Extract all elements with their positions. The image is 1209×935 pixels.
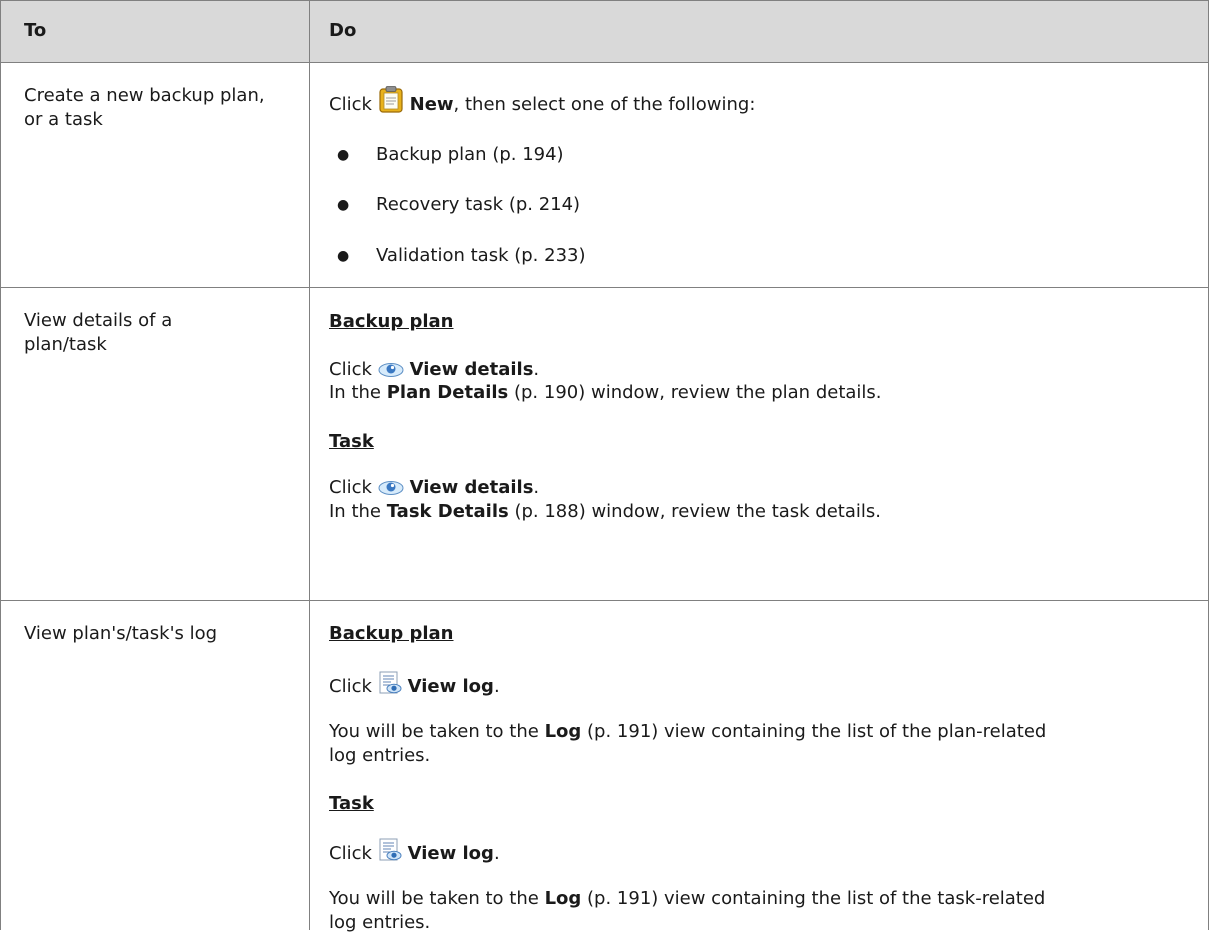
view-log-line: Click View log.: [329, 671, 500, 702]
log-icon: [378, 671, 402, 702]
list-item-validation-task: Validation task (p. 233): [376, 245, 586, 266]
plan-details-line: In the Plan Details (p. 190) window, rev…: [329, 382, 882, 403]
list-item-backup-plan: Backup plan (p. 194): [376, 144, 564, 165]
task-details-line: In the Task Details (p. 188) window, rev…: [329, 501, 881, 522]
section-heading: Task: [329, 793, 374, 814]
row-details-to: View details of a plan/task: [24, 310, 173, 355]
row-create-intro: Click New, then select one of the follow…: [329, 85, 755, 120]
bullet-dot: ●: [337, 197, 350, 213]
new-button-label: New: [409, 94, 454, 115]
clipboard-icon: [378, 85, 404, 120]
header-to: To: [24, 20, 47, 41]
section-heading: Backup plan: [329, 311, 454, 332]
view-details-line: Click View details.: [329, 476, 539, 503]
list-item-recovery-task: Recovery task (p. 214): [376, 194, 581, 215]
bullet-dot: ●: [337, 147, 350, 163]
section-heading: Backup plan: [329, 623, 454, 644]
section-heading: Task: [329, 431, 374, 452]
log-icon: [378, 838, 402, 869]
log-description-line: You will be taken to the Log (p. 191) vi…: [329, 721, 1047, 742]
bullet-dot: ●: [337, 248, 350, 264]
log-description-line: log entries.: [329, 912, 431, 933]
log-description-line: log entries.: [329, 745, 431, 766]
row-create-to: Create a new backup plan, or a task: [24, 85, 265, 130]
table-header: [0, 0, 1209, 62]
row-log-to: View plan's/task's log: [24, 623, 218, 644]
view-log-line: Click View log.: [329, 838, 500, 869]
header-do: Do: [329, 20, 357, 41]
log-description-line: You will be taken to the Log (p. 191) vi…: [329, 888, 1046, 909]
